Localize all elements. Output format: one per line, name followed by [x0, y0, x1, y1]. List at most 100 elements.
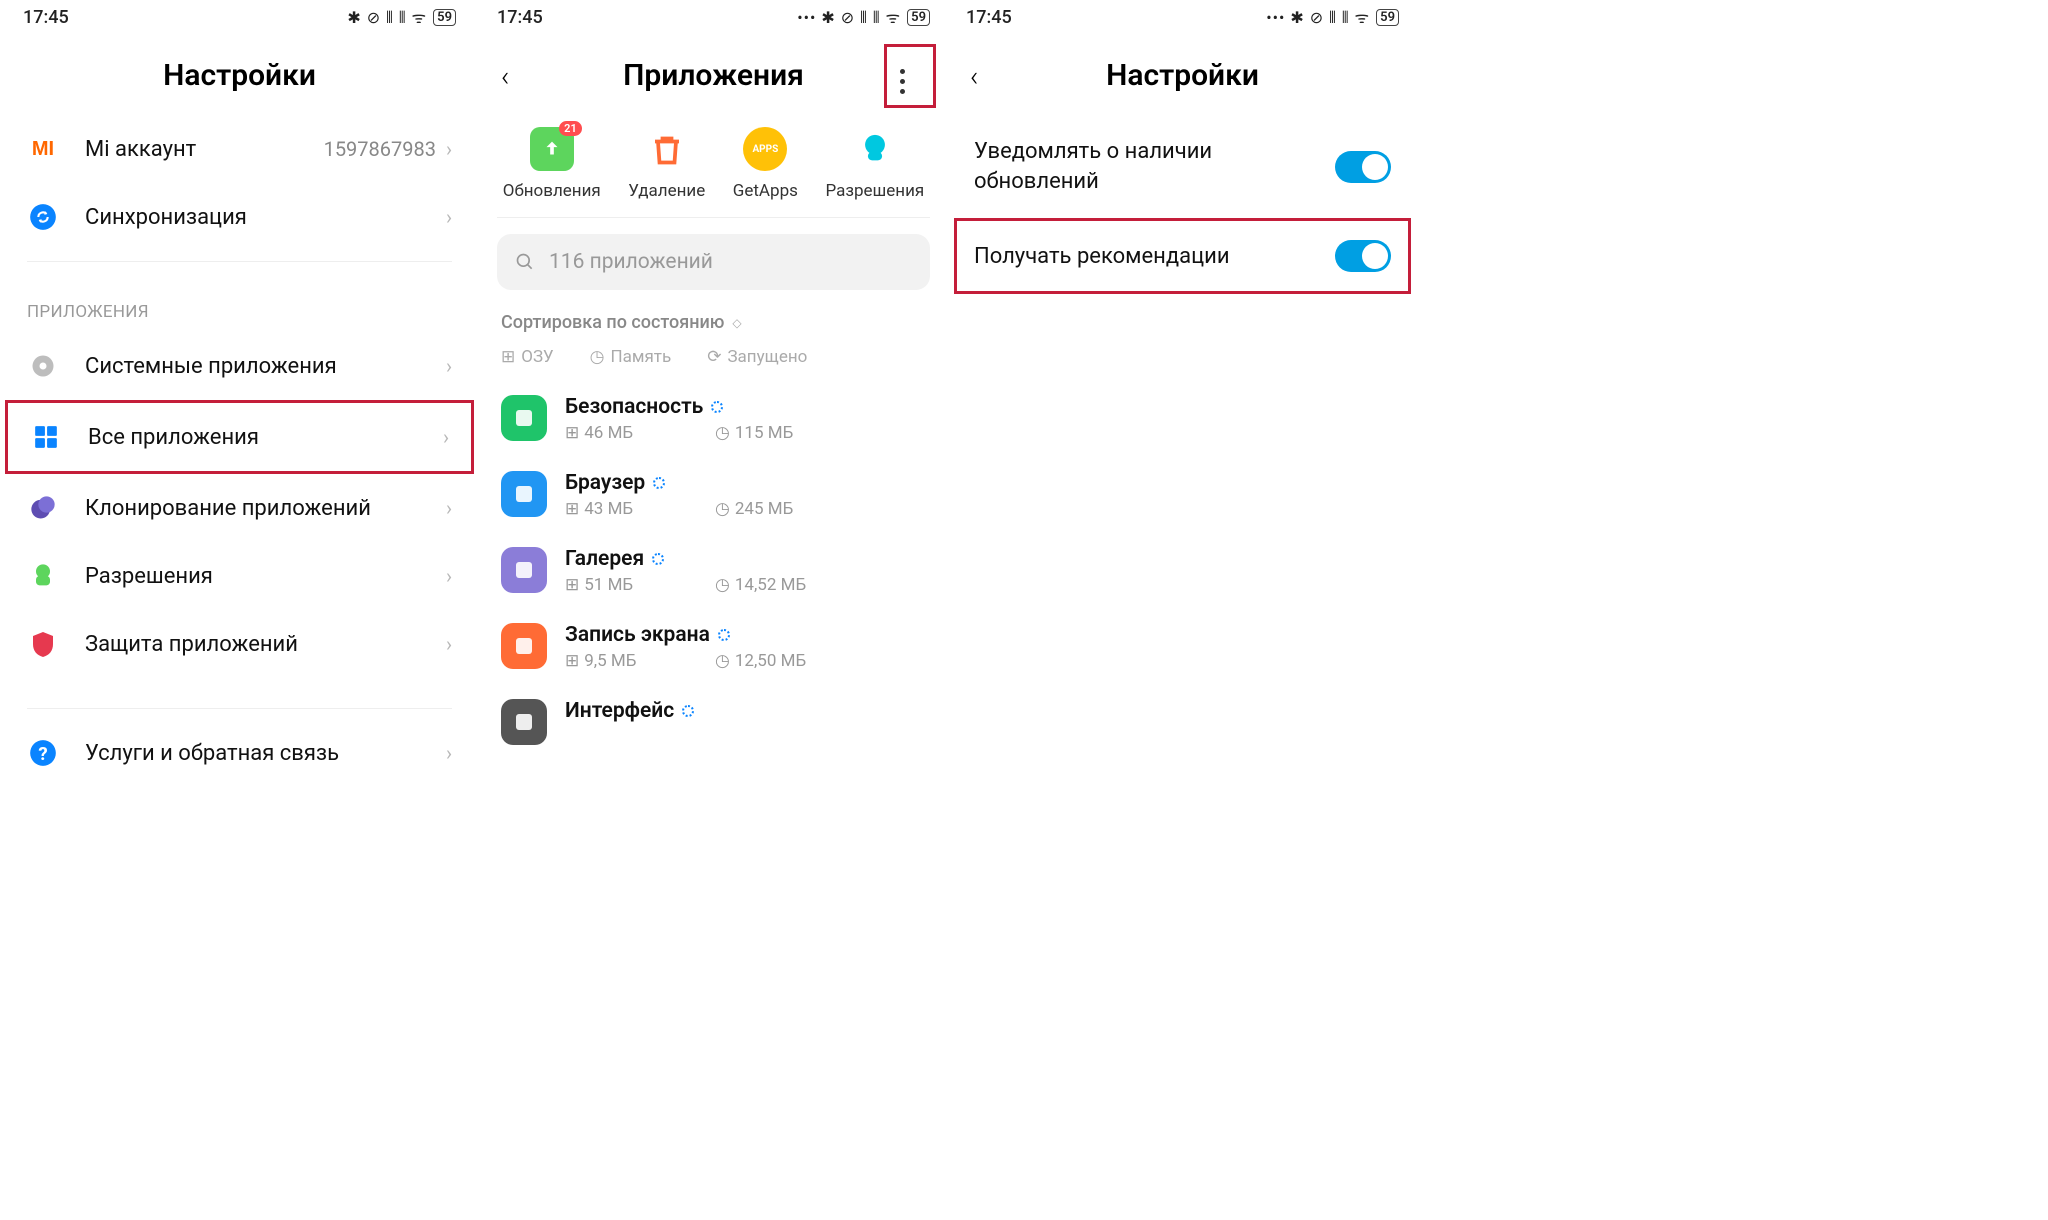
app-icon — [501, 395, 547, 441]
all-apps-row[interactable]: Все приложения › — [5, 400, 474, 474]
clone-icon — [27, 492, 59, 524]
trash-icon — [645, 127, 689, 171]
app-name: Запись экрана — [565, 623, 926, 647]
app-name: Безопасность — [565, 395, 926, 419]
shield-icon — [27, 628, 59, 660]
system-apps-row[interactable]: Системные приложения › — [5, 332, 474, 400]
app-icon — [501, 547, 547, 593]
chip-icon: ⊞ — [565, 423, 579, 443]
app-name: Интерфейс — [565, 699, 926, 723]
loading-icon — [682, 705, 694, 717]
app-icon — [501, 471, 547, 517]
delete-button[interactable]: Удаление — [628, 127, 705, 201]
updates-button[interactable]: 21 Обновления — [503, 127, 601, 201]
status-bar: 17:45 ✱ ⊘ ⫴ ⫴ ᯤ 59 — [5, 0, 474, 32]
filter-running[interactable]: ⟳Запущено — [707, 347, 807, 367]
permission-icon — [853, 127, 897, 171]
chevron-right-icon: › — [446, 741, 452, 765]
help-row[interactable]: ? Услуги и обратная связь › — [5, 719, 474, 787]
screen-apps-list: 17:45 ••• ✱ ⊘ ⫴ ⫴ ᯤ 59 ‹ Приложения 21 О… — [479, 0, 948, 1220]
chevron-right-icon: › — [446, 564, 452, 588]
app-name: Браузер — [565, 471, 926, 495]
chip-icon: ⊞ — [501, 347, 515, 367]
chevron-right-icon: › — [446, 137, 452, 161]
loading-icon — [711, 401, 723, 413]
upload-icon: 21 — [530, 127, 574, 171]
chip-icon: ⊞ — [565, 499, 579, 519]
page-title: Настройки — [5, 32, 474, 115]
clock-icon: ◷ — [715, 423, 730, 443]
mi-account-row[interactable]: MI Mi аккаунт 1597867983 › — [5, 115, 474, 183]
filter-row: ⊞ОЗУ ◷Память ⟳Запущено — [479, 341, 948, 381]
status-bar: 17:45 ••• ✱ ⊘ ⫴ ⫴ ᯤ 59 — [948, 0, 1417, 32]
filter-storage[interactable]: ◷Память — [590, 347, 672, 367]
app-row[interactable]: Интерфейс — [479, 685, 948, 759]
permissions-button[interactable]: Разрешения — [825, 127, 924, 201]
loading-icon — [652, 553, 664, 565]
section-apps: ПРИЛОЖЕНИЯ — [5, 272, 474, 332]
running-icon: ⟳ — [707, 347, 721, 367]
app-ram: ⊞ 51 МБ — [565, 575, 715, 595]
search-input[interactable]: 116 приложений — [497, 234, 930, 290]
grid-icon — [30, 421, 62, 453]
mi-logo-icon: MI — [27, 133, 59, 165]
app-row[interactable]: Безопасность ⊞ 46 МБ ◷ 115 МБ — [479, 381, 948, 457]
status-time: 17:45 — [23, 7, 69, 28]
chevron-right-icon: › — [446, 632, 452, 656]
sync-row[interactable]: Синхронизация › — [5, 183, 474, 251]
back-button[interactable]: ‹ — [501, 60, 509, 93]
apps-icon: APPS — [743, 127, 787, 171]
app-row[interactable]: Галерея ⊞ 51 МБ ◷ 14,52 МБ — [479, 533, 948, 609]
sync-icon — [27, 201, 59, 233]
screen-app-settings: 17:45 ••• ✱ ⊘ ⫴ ⫴ ᯤ 59 ‹ Настройки Уведо… — [948, 0, 1417, 1220]
clock-icon: ◷ — [590, 347, 605, 367]
app-ram: ⊞ 9,5 МБ — [565, 651, 715, 671]
updates-badge: 21 — [559, 121, 582, 136]
chevron-right-icon: › — [443, 425, 449, 449]
status-bar: 17:45 ••• ✱ ⊘ ⫴ ⫴ ᯤ 59 — [479, 0, 948, 32]
sort-icon: ◇ — [732, 316, 741, 330]
page-title: ‹ Настройки — [948, 32, 1417, 115]
clock-icon: ◷ — [715, 499, 730, 519]
chevron-right-icon: › — [446, 205, 452, 229]
chevron-right-icon: › — [446, 354, 452, 378]
app-storage: ◷ 115 МБ — [715, 423, 793, 443]
app-row[interactable]: Запись экрана ⊞ 9,5 МБ ◷ 12,50 МБ — [479, 609, 948, 685]
filter-ram[interactable]: ⊞ОЗУ — [501, 347, 554, 367]
getapps-button[interactable]: APPS GetApps — [733, 127, 798, 201]
status-time: 17:45 — [497, 7, 543, 28]
app-icon — [501, 623, 547, 669]
status-icons: ••• ✱ ⊘ ⫴ ⫴ ᯤ 59 — [1266, 6, 1399, 28]
notify-updates-row[interactable]: Уведомлять о наличии обновлений — [948, 115, 1417, 218]
clock-icon: ◷ — [715, 651, 730, 671]
status-time: 17:45 — [966, 7, 1012, 28]
permission-icon — [27, 560, 59, 592]
sort-control[interactable]: Сортировка по состоянию ◇ — [479, 306, 948, 341]
back-button[interactable]: ‹ — [970, 60, 978, 93]
app-ram: ⊞ 43 МБ — [565, 499, 715, 519]
svg-text:?: ? — [38, 743, 47, 765]
clock-icon: ◷ — [715, 575, 730, 595]
chip-icon: ⊞ — [565, 651, 579, 671]
gear-icon — [27, 350, 59, 382]
app-storage: ◷ 245 МБ — [715, 499, 793, 519]
search-icon — [515, 252, 535, 272]
app-storage: ◷ 14,52 МБ — [715, 575, 806, 595]
status-icons: ✱ ⊘ ⫴ ⫴ ᯤ 59 — [347, 6, 456, 28]
clone-apps-row[interactable]: Клонирование приложений › — [5, 474, 474, 542]
app-protect-row[interactable]: Защита приложений › — [5, 610, 474, 678]
loading-icon — [718, 629, 730, 641]
app-row[interactable]: Браузер ⊞ 43 МБ ◷ 245 МБ — [479, 457, 948, 533]
action-shortcuts: 21 Обновления Удаление APPS GetApps Разр… — [479, 115, 948, 209]
chip-icon: ⊞ — [565, 575, 579, 595]
help-icon: ? — [27, 737, 59, 769]
permissions-row[interactable]: Разрешения › — [5, 542, 474, 610]
toggle-switch[interactable] — [1335, 151, 1391, 183]
chevron-right-icon: › — [446, 496, 452, 520]
app-icon — [501, 699, 547, 745]
status-icons: ••• ✱ ⊘ ⫴ ⫴ ᯤ 59 — [797, 6, 930, 28]
page-title: ‹ Приложения — [479, 32, 948, 115]
app-name: Галерея — [565, 547, 926, 571]
app-storage: ◷ 12,50 МБ — [715, 651, 806, 671]
screen-settings-main: 17:45 ✱ ⊘ ⫴ ⫴ ᯤ 59 Настройки MI Mi аккау… — [5, 0, 474, 1220]
